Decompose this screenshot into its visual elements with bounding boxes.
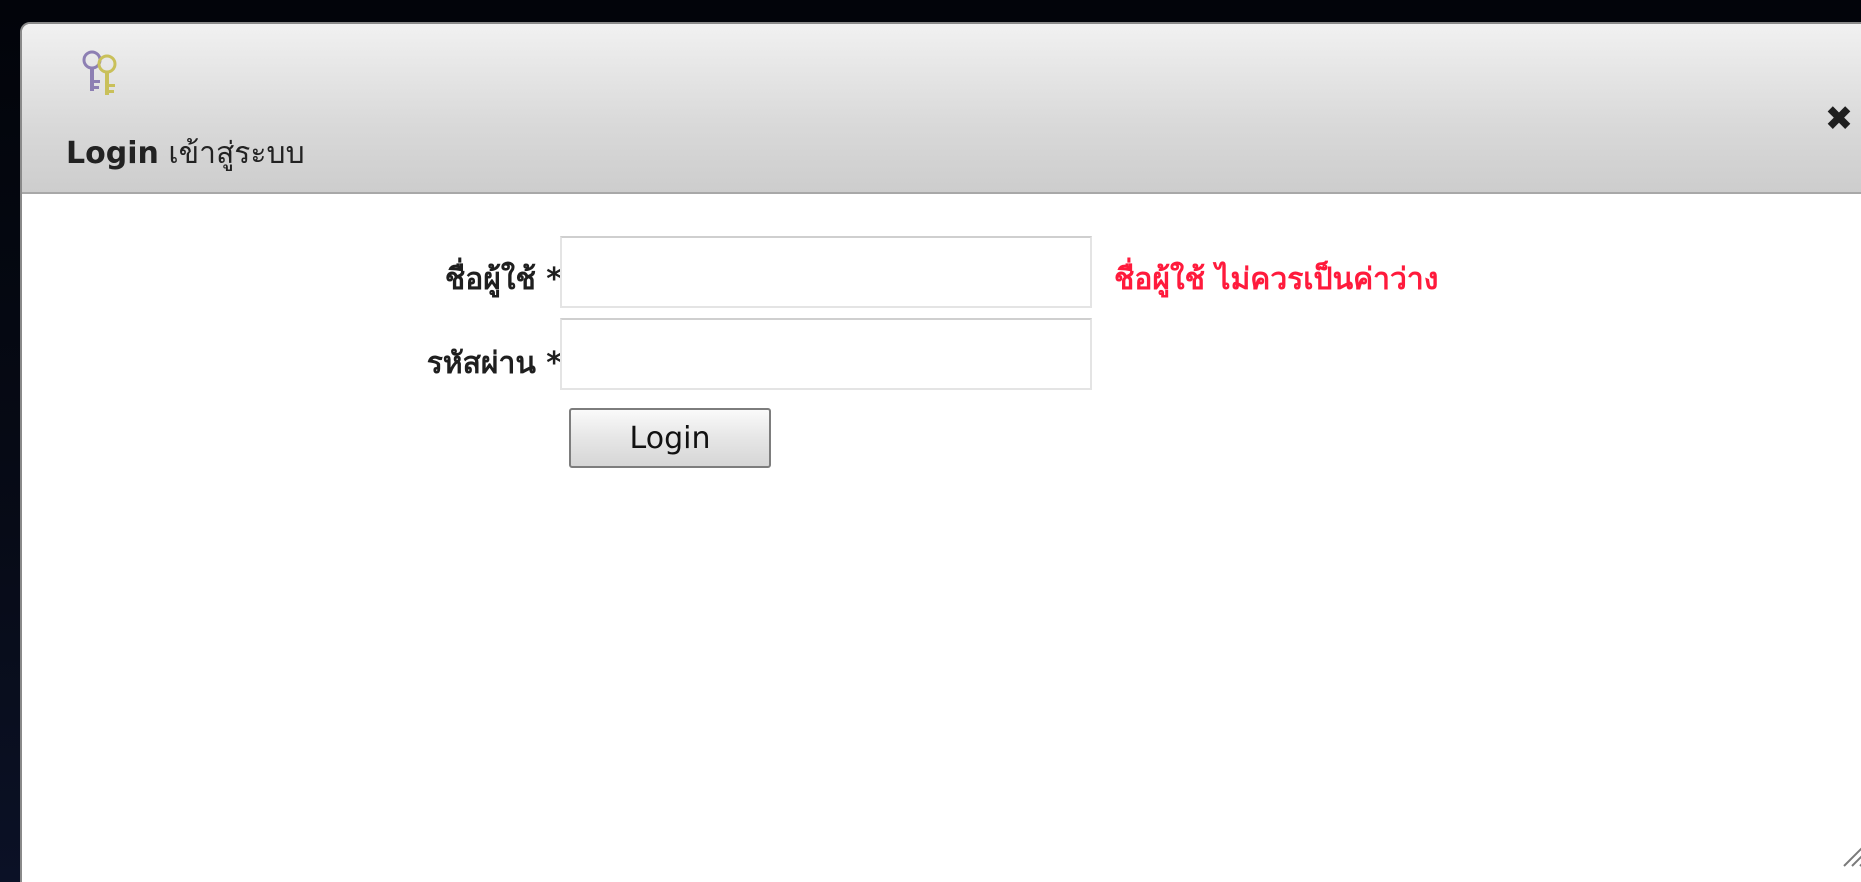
desktop-background: Login เข้าสู่ระบบ ✖ ชื่อผู้ใช้ * ชื่อผู้… xyxy=(0,0,1861,882)
username-label: ชื่อผู้ใช้ * xyxy=(444,262,562,297)
keys-icon xyxy=(78,50,122,100)
login-button[interactable]: Login xyxy=(569,408,771,468)
username-input[interactable] xyxy=(560,236,1092,308)
password-label: รหัสผ่าน * xyxy=(426,346,562,381)
dialog-title: Login เข้าสู่ระบบ xyxy=(66,130,305,177)
dialog-titlebar[interactable]: Login เข้าสู่ระบบ ✖ xyxy=(22,24,1861,194)
dialog-title-bold: Login xyxy=(66,136,159,171)
username-error-message: ชื่อผู้ใช้ ไม่ควรเป็นค่าว่าง xyxy=(1114,262,1439,297)
close-icon[interactable]: ✖ xyxy=(1822,102,1856,136)
dialog-title-thai: เข้าสู่ระบบ xyxy=(158,136,305,171)
login-dialog: Login เข้าสู่ระบบ ✖ ชื่อผู้ใช้ * ชื่อผู้… xyxy=(20,22,1861,882)
resize-grip-icon[interactable] xyxy=(1840,842,1861,868)
password-input[interactable] xyxy=(560,318,1092,390)
